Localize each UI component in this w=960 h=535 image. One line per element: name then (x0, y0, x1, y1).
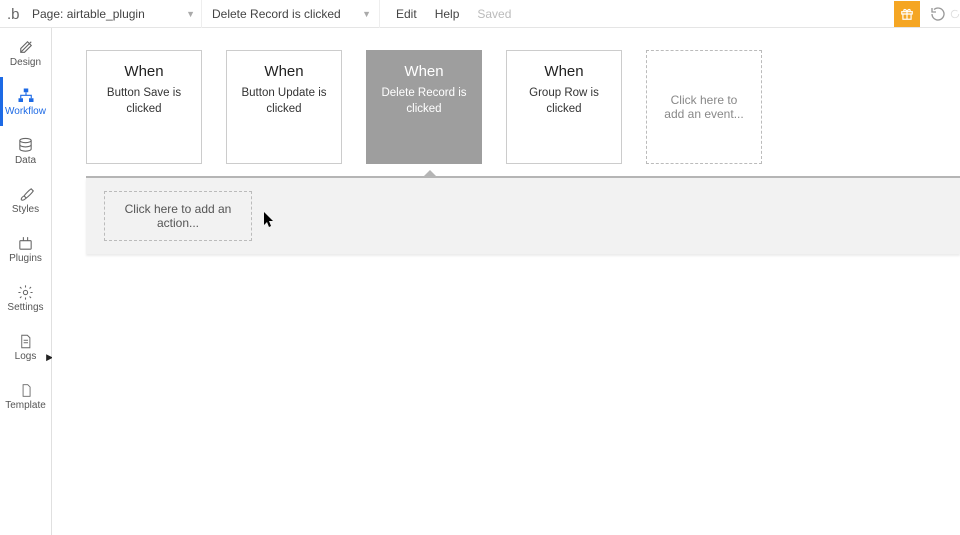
brush-icon (17, 184, 34, 204)
redo-button[interactable] (950, 0, 960, 28)
workflow-icon (17, 86, 35, 106)
add-event-button[interactable]: Click here to add an event... (646, 50, 762, 164)
selected-pointer-icon (423, 170, 437, 177)
svg-text:.b: .b (7, 6, 20, 22)
gift-button[interactable] (894, 1, 920, 27)
chevron-down-icon: ▼ (186, 9, 195, 19)
timeline-track (52, 176, 960, 178)
add-action-label: Click here to add an action... (125, 202, 232, 230)
app-logo: .b (0, 0, 28, 28)
menubar: Edit Help Saved (380, 0, 527, 28)
sidebar-item-label: Data (15, 155, 36, 166)
event-card[interactable]: When Group Row is clicked (506, 50, 622, 164)
undo-button[interactable] (926, 0, 950, 28)
plugin-icon (17, 233, 34, 253)
undo-icon (930, 6, 946, 22)
menu-edit[interactable]: Edit (396, 7, 417, 21)
database-icon (17, 135, 34, 155)
topbar: .b Page: airtable_plugin ▼ Delete Record… (0, 0, 960, 28)
sidebar-item-label: Settings (7, 302, 43, 313)
event-when: When (124, 63, 163, 80)
page-selector[interactable]: Page: airtable_plugin ▼ (28, 0, 202, 28)
event-when: When (544, 63, 583, 80)
event-desc: Delete Record is clicked (373, 86, 475, 117)
event-card-selected[interactable]: When Delete Record is clicked (366, 50, 482, 164)
gift-icon (900, 7, 914, 21)
sidebar-item-label: Workflow (5, 106, 46, 117)
event-when: When (404, 63, 443, 80)
sidebar-item-workflow[interactable]: Workflow (0, 77, 51, 126)
saved-status: Saved (477, 7, 511, 21)
event-card[interactable]: When Button Save is clicked (86, 50, 202, 164)
sidebar-item-label: Styles (12, 204, 39, 215)
sidebar-item-label: Plugins (9, 253, 42, 264)
events-row: When Button Save is clicked When Button … (52, 28, 960, 164)
event-desc: Button Save is clicked (93, 86, 195, 117)
tools-icon (17, 37, 35, 57)
event-selector[interactable]: Delete Record is clicked ▼ (202, 0, 380, 28)
add-action-button[interactable]: Click here to add an action... (104, 191, 252, 241)
gear-icon (17, 282, 34, 302)
page-icon (19, 380, 33, 400)
actions-panel: Click here to add an action... (86, 178, 960, 254)
sidebar-item-design[interactable]: Design (0, 28, 51, 77)
main-area: When Button Save is clicked When Button … (52, 28, 960, 535)
event-desc: Group Row is clicked (513, 86, 615, 117)
event-when: When (264, 63, 303, 80)
sidebar-item-logs[interactable]: Logs (0, 322, 51, 371)
add-event-label: Click here to add an event... (659, 93, 749, 121)
menu-help[interactable]: Help (435, 7, 460, 21)
sidebar-item-template[interactable]: Template (0, 371, 51, 420)
event-selector-label: Delete Record is clicked (212, 7, 341, 21)
sidebar-item-label: Design (10, 57, 41, 68)
topbar-right (894, 0, 960, 28)
sidebar: Design Workflow Data Styles Plugins (0, 28, 52, 535)
sidebar-item-data[interactable]: Data (0, 126, 51, 175)
page-selector-label: Page: airtable_plugin (32, 7, 145, 21)
event-card[interactable]: When Button Update is clicked (226, 50, 342, 164)
track-line (86, 176, 960, 178)
sidebar-item-styles[interactable]: Styles (0, 175, 51, 224)
chevron-down-icon: ▼ (362, 9, 371, 19)
sidebar-item-label: Template (5, 400, 46, 411)
sidebar-item-label: Logs (15, 351, 37, 362)
document-icon (18, 331, 33, 351)
event-desc: Button Update is clicked (233, 86, 335, 117)
sidebar-item-plugins[interactable]: Plugins (0, 224, 51, 273)
redo-icon (950, 6, 960, 22)
sidebar-item-settings[interactable]: Settings (0, 273, 51, 322)
